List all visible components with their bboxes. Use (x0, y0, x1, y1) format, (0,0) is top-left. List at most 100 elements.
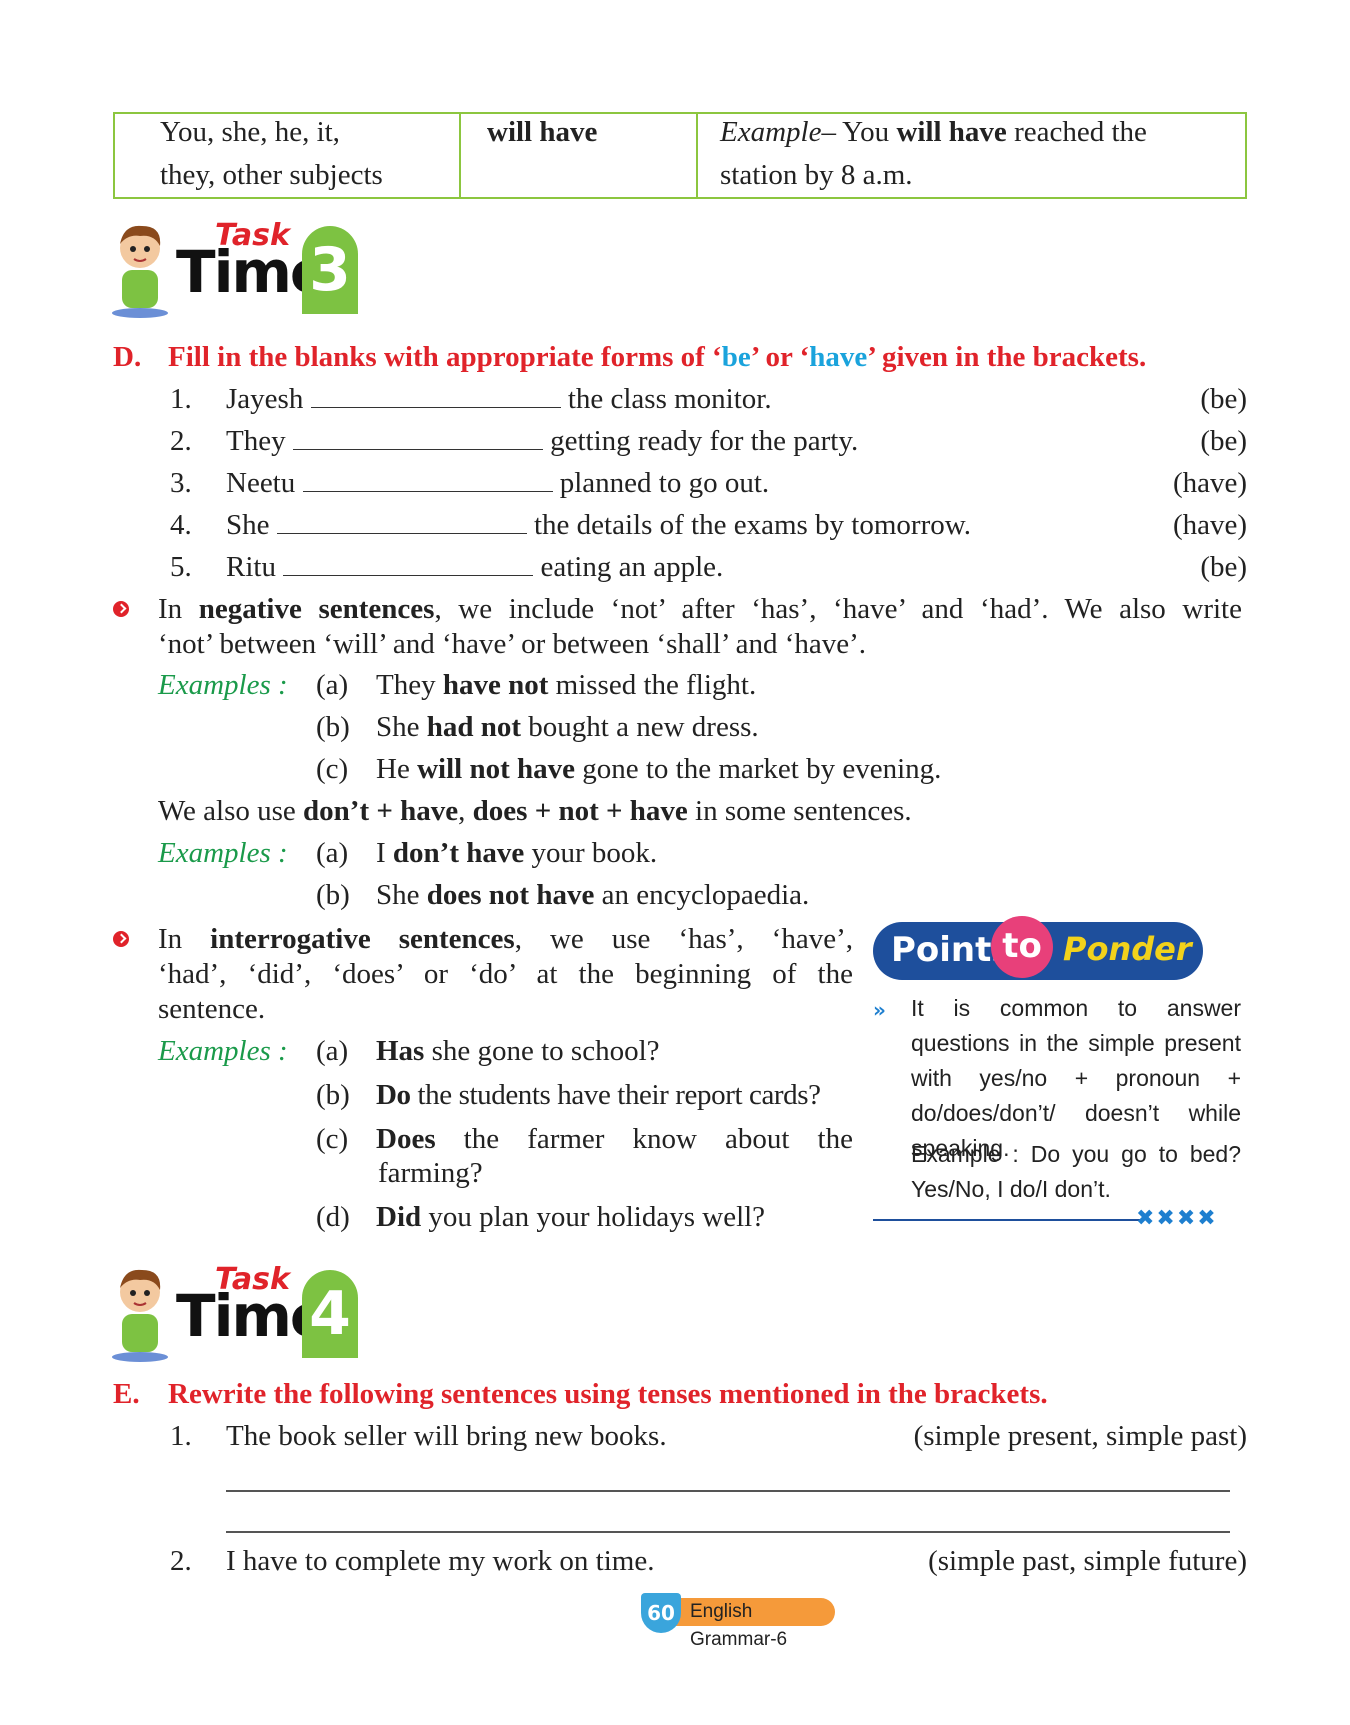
item-hint: (be) (1200, 383, 1247, 415)
example-sentence: Has she gone to school? (376, 1034, 660, 1068)
blank-line[interactable] (302, 467, 553, 492)
example-rest: reached the (1006, 116, 1147, 148)
rewrite-sentence: The book seller will bring new books. (226, 1420, 667, 1452)
text-part: missed the flight. (548, 669, 757, 701)
item-hint: (simple present, simple past) (913, 1420, 1247, 1452)
title-part: Fill in the blanks with appropriate form… (168, 341, 722, 373)
ponder-word-2: to (991, 916, 1053, 978)
item-number: 1. (170, 1420, 192, 1452)
text-part: an encyclopaedia. (594, 879, 810, 911)
examples-label: Examples : (158, 837, 288, 869)
text-bold: don’t have (392, 837, 525, 869)
text-bold: Has (376, 1035, 425, 1067)
text-part: she gone to school? (424, 1035, 660, 1067)
text-part: in some sentences. (687, 795, 912, 827)
table-cell-line: You, she, he, it, (160, 116, 340, 148)
examples-label: Examples : (158, 669, 288, 701)
answer-line[interactable] (226, 1490, 1230, 1492)
example-letter: (c) (316, 1123, 349, 1155)
text-bold: Does (376, 1123, 436, 1155)
also-use-line: We also use don’t + have, does + not + h… (158, 794, 912, 828)
text-bold: have not (442, 669, 549, 701)
text-part: you plan your holidays well? (421, 1201, 766, 1233)
text-part: , we use ‘has’, ‘have’, (514, 923, 853, 955)
table-col-form: will have (461, 114, 698, 197)
example-letter: (a) (316, 1035, 349, 1067)
chevron-right-icon: » (873, 998, 886, 1022)
table-cell-example-line2: station by 8 a.m. (720, 159, 913, 191)
fill-blank-item: Jayesh the class monitor. (226, 382, 772, 416)
item-number: 5. (170, 551, 192, 583)
example-letter: (d) (316, 1201, 350, 1233)
blank-line[interactable] (292, 425, 543, 450)
text-part: She (376, 711, 427, 743)
text-part: bought a new dress. (521, 711, 759, 743)
item-subject: She (226, 509, 270, 541)
text-bold: had not (426, 711, 522, 743)
text-part: In (158, 593, 199, 625)
negative-line-2: ‘not’ between ‘will’ and ‘have’ or betwe… (158, 628, 867, 660)
section-d-title: Fill in the blanks with appropriate form… (168, 340, 1146, 374)
item-hint: (be) (1200, 551, 1247, 583)
table-cell-example: Example– You will have reached the (720, 115, 1147, 149)
item-hint: (have) (1172, 467, 1247, 499)
text-part: , (458, 795, 473, 827)
table-cell-form: will have (487, 116, 598, 148)
page-number: 60 (641, 1593, 681, 1633)
fill-blank-item: They getting ready for the party. (226, 424, 858, 458)
item-number: 1. (170, 383, 192, 415)
tense-table: You, she, he, it, they, other subjects w… (113, 112, 1247, 199)
item-rest: getting ready for the party. (550, 425, 859, 457)
text-part: They (376, 669, 443, 701)
text-part: I (376, 837, 393, 869)
table-cell-line: they, other subjects (160, 159, 383, 191)
item-hint: (have) (1172, 509, 1247, 541)
rewrite-sentence: I have to complete my work on time. (226, 1545, 655, 1577)
text-bold: will not have (417, 753, 575, 785)
item-number: 2. (170, 1545, 192, 1577)
boy-mascot-icon (112, 1269, 168, 1362)
answer-line[interactable] (226, 1531, 1230, 1533)
table-col-example: Example– You will have reached the stati… (698, 114, 1247, 197)
ponder-word-3: Ponder (1063, 930, 1192, 968)
item-rest: planned to go out. (559, 467, 770, 499)
text-part: In (158, 923, 211, 955)
interrogative-term: interrogative sentences (210, 923, 515, 955)
example-sentence: He will not have gone to the market by e… (376, 752, 941, 786)
item-rest: eating an apple. (540, 551, 724, 583)
text-part: She (376, 879, 427, 911)
item-subject: They (226, 425, 286, 457)
blank-line[interactable] (310, 383, 561, 408)
example-sentence: Did you plan your holidays well? (376, 1200, 765, 1234)
interrogative-line-1: In interrogative sentences, we use ‘has’… (158, 922, 853, 956)
example-sentence: She does not have an encyclopaedia. (376, 878, 809, 912)
negative-line-1: In negative sentences, we include ‘not’ … (158, 592, 1242, 626)
blank-line[interactable] (283, 551, 534, 576)
text-bold: Do (376, 1079, 411, 1111)
negative-term: negative sentences (198, 593, 435, 625)
footer-book-title: English Grammar-6 (672, 1598, 835, 1650)
example-sentence: Does the farmer know about the (376, 1122, 853, 1156)
example-letter: (b) (316, 711, 350, 743)
table-col-subjects: You, she, he, it, they, other subjects (115, 114, 461, 197)
text-bold: don’t + have (303, 795, 459, 827)
item-hint: (simple past, simple future) (928, 1545, 1247, 1577)
example-sentence: She had not bought a new dress. (376, 710, 759, 744)
points-to-ponder-banner: Points to Ponder (873, 916, 1203, 980)
item-number: 2. (170, 425, 192, 457)
example-sentence: I don’t have your book. (376, 836, 657, 870)
interrogative-line-2: ‘had’, ‘did’, ‘does’ or ‘do’ at the begi… (158, 958, 853, 990)
task-number: 4 (302, 1270, 358, 1358)
bullet-icon (113, 601, 129, 617)
example-dash: – You (821, 116, 897, 148)
fill-blank-item: She the details of the exams by tomorrow… (226, 508, 971, 542)
example-letter: (b) (316, 1079, 350, 1111)
blank-line[interactable] (276, 509, 527, 534)
bullet-icon (113, 931, 129, 947)
task-time-4-badge: Task Time 4 (110, 1262, 360, 1362)
ponder-divider (873, 1219, 1143, 1221)
task-number: 3 (302, 226, 358, 314)
item-subject: Ritu (226, 551, 276, 583)
title-part: ’ given in the brackets. (867, 341, 1147, 373)
example-letter: (b) (316, 879, 350, 911)
